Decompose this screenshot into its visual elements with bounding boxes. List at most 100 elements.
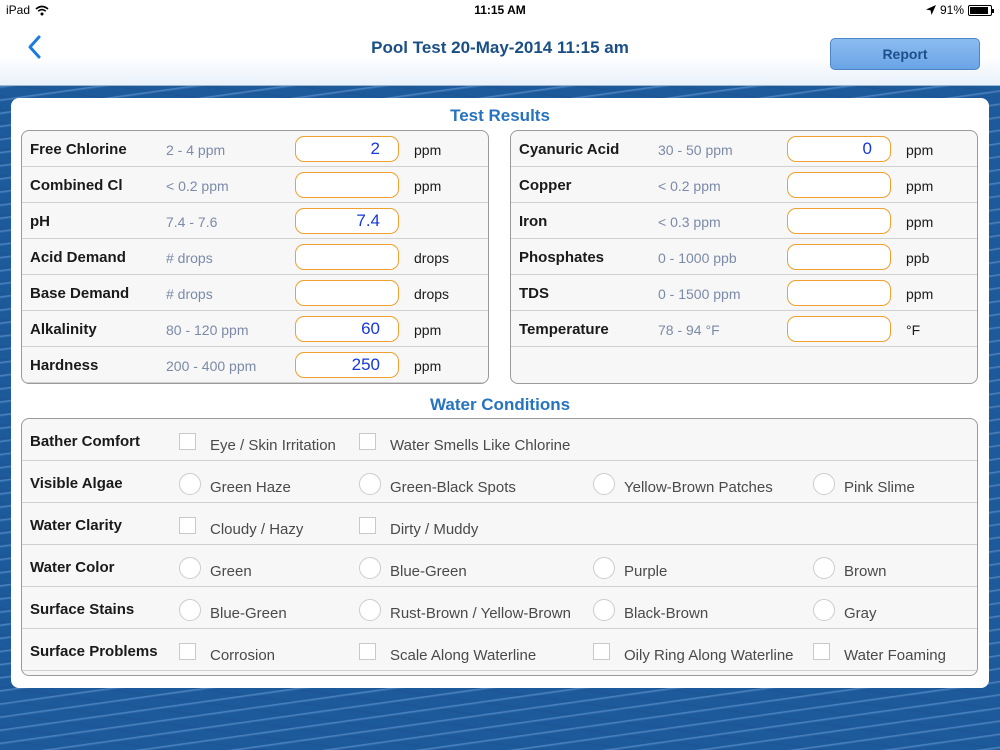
radio-gray[interactable] <box>813 599 835 621</box>
option-label-scale-along-waterline: Scale Along Waterline <box>390 647 537 664</box>
checkbox-cloudy-hazy[interactable] <box>179 517 196 534</box>
test-input-tds[interactable] <box>787 280 891 306</box>
radio-green-haze[interactable] <box>179 473 201 495</box>
condition-row-water-color: Water Color Green Blue-Green Purple Brown <box>22 545 977 587</box>
test-range-copper: < 0.2 ppm <box>658 178 721 194</box>
test-input-free-chlorine[interactable]: 2 <box>295 136 399 162</box>
test-unit-hardness: ppm <box>414 358 442 374</box>
radio-rust-brown-yellow-brown[interactable] <box>359 599 381 621</box>
checkbox-scale-along-waterline[interactable] <box>359 643 376 660</box>
option-label-gray: Gray <box>844 605 877 622</box>
test-label-iron: Iron <box>519 213 548 230</box>
option-label-pink-slime: Pink Slime <box>844 479 915 496</box>
battery-percent: 91% <box>939 3 964 17</box>
test-unit-base-demand: drops <box>414 286 450 302</box>
option-label-rust-brown-yellow-brown: Rust-Brown / Yellow-Brown <box>390 605 571 622</box>
checkbox-oily-ring-along-waterline[interactable] <box>593 643 610 660</box>
test-range-tds: 0 - 1500 ppm <box>658 286 741 302</box>
test-label-cyanuric-acid: Cyanuric Acid <box>519 141 620 158</box>
test-label-copper: Copper <box>519 177 572 194</box>
option-label-yellow-brown-patches: Yellow-Brown Patches <box>624 479 773 496</box>
radio-purple[interactable] <box>593 557 615 579</box>
option-label-green-black-spots: Green-Black Spots <box>390 479 516 496</box>
test-unit-free-chlorine: ppm <box>414 142 442 158</box>
test-row-ph: pH 7.4 - 7.6 7.4 <box>22 203 488 239</box>
test-row-copper: Copper < 0.2 ppm ppm <box>511 167 977 203</box>
location-arrow-icon <box>925 5 936 15</box>
nav-bar: Pool Test 20-May-2014 11:15 am Report <box>0 20 1000 86</box>
radio-brown[interactable] <box>813 557 835 579</box>
condition-row-surface-problems: Surface Problems Corrosion Scale Along Wat… <box>22 629 977 671</box>
test-input-copper[interactable] <box>787 172 891 198</box>
checkbox-eye-skin-irritation[interactable] <box>179 433 196 450</box>
test-label-alkalinity: Alkalinity <box>30 321 97 338</box>
test-row-free-chlorine: Free Chlorine 2 - 4 ppm 2 ppm <box>22 131 488 167</box>
test-range-acid-demand: # drops <box>166 250 213 266</box>
test-row-temperature: Temperature 78 - 94 °F °F <box>511 311 977 347</box>
option-label-purple: Purple <box>624 563 668 580</box>
test-range-alkalinity: 80 - 120 ppm <box>166 322 249 338</box>
radio-pink-slime[interactable] <box>813 473 835 495</box>
test-unit-iron: ppm <box>906 214 934 230</box>
condition-row-visible-algae: Visible Algae Green Haze Green-Black Spots… <box>22 461 977 503</box>
test-input-iron[interactable] <box>787 208 891 234</box>
test-input-combined-cl[interactable] <box>295 172 399 198</box>
option-label-blue-green: Blue-Green <box>210 605 287 622</box>
test-row-phosphates: Phosphates 0 - 1000 ppb ppb <box>511 239 977 275</box>
test-input-acid-demand[interactable] <box>295 244 399 270</box>
condition-row-surface-stains: Surface Stains Blue-Green Rust-Brown / Yel… <box>22 587 977 629</box>
option-label-blue-green: Blue-Green <box>390 563 467 580</box>
test-input-alkalinity[interactable]: 60 <box>295 316 399 342</box>
condition-label-water-clarity: Water Clarity <box>30 517 122 534</box>
test-unit-phosphates: ppb <box>906 250 930 266</box>
test-row-tds: TDS 0 - 1500 ppm ppm <box>511 275 977 311</box>
test-row-acid-demand: Acid Demand # drops drops <box>22 239 488 275</box>
test-range-base-demand: # drops <box>166 286 213 302</box>
radio-black-brown[interactable] <box>593 599 615 621</box>
status-time: 11:15 AM <box>474 3 526 17</box>
test-label-combined-cl: Combined Cl <box>30 177 123 194</box>
radio-green[interactable] <box>179 557 201 579</box>
test-input-base-demand[interactable] <box>295 280 399 306</box>
test-unit-cyanuric-acid: ppm <box>906 142 934 158</box>
test-unit-alkalinity: ppm <box>414 322 442 338</box>
radio-blue-green[interactable] <box>179 599 201 621</box>
test-range-temperature: 78 - 94 °F <box>658 322 720 338</box>
condition-label-surface-stains: Surface Stains <box>30 601 135 618</box>
option-label-green-haze: Green Haze <box>210 479 291 496</box>
test-label-base-demand: Base Demand <box>30 285 130 302</box>
test-label-ph: pH <box>30 213 50 230</box>
radio-yellow-brown-patches[interactable] <box>593 473 615 495</box>
checkbox-corrosion[interactable] <box>179 643 196 660</box>
test-range-free-chlorine: 2 - 4 ppm <box>166 142 226 158</box>
test-input-temperature[interactable] <box>787 316 891 342</box>
radio-blue-green[interactable] <box>359 557 381 579</box>
condition-label-bather-comfort: Bather Comfort <box>30 433 141 450</box>
test-row-iron: Iron < 0.3 ppm ppm <box>511 203 977 239</box>
option-label-cloudy-hazy: Cloudy / Hazy <box>210 521 304 538</box>
test-input-cyanuric-acid[interactable]: 0 <box>787 136 891 162</box>
condition-label-water-color: Water Color <box>30 559 115 576</box>
test-row-hardness: Hardness 200 - 400 ppm 250 ppm <box>22 347 488 383</box>
test-input-ph[interactable]: 7.4 <box>295 208 399 234</box>
test-input-hardness[interactable]: 250 <box>295 352 399 378</box>
test-range-ph: 7.4 - 7.6 <box>166 214 218 230</box>
option-label-brown: Brown <box>844 563 887 580</box>
radio-green-black-spots[interactable] <box>359 473 381 495</box>
test-input-phosphates[interactable] <box>787 244 891 270</box>
test-range-phosphates: 0 - 1000 ppb <box>658 250 737 266</box>
test-range-hardness: 200 - 400 ppm <box>166 358 257 374</box>
report-button[interactable]: Report <box>830 38 980 70</box>
checkbox-water-foaming[interactable] <box>813 643 830 660</box>
test-results-left-box: Free Chlorine 2 - 4 ppm 2 ppm Combined Cl < 0… <box>21 130 489 384</box>
condition-row-bather-comfort: Bather Comfort Eye / Skin Irritation Water… <box>22 419 977 461</box>
option-label-green: Green <box>210 563 252 580</box>
battery-level <box>970 6 989 14</box>
checkbox-dirty-muddy[interactable] <box>359 517 376 534</box>
test-range-combined-cl: < 0.2 ppm <box>166 178 229 194</box>
test-row-combined-cl: Combined Cl < 0.2 ppm ppm <box>22 167 488 203</box>
checkbox-water-smells-like-chlorine[interactable] <box>359 433 376 450</box>
test-unit-temperature: °F <box>906 322 921 338</box>
condition-label-visible-algae: Visible Algae <box>30 475 123 492</box>
test-unit-tds: ppm <box>906 286 934 302</box>
